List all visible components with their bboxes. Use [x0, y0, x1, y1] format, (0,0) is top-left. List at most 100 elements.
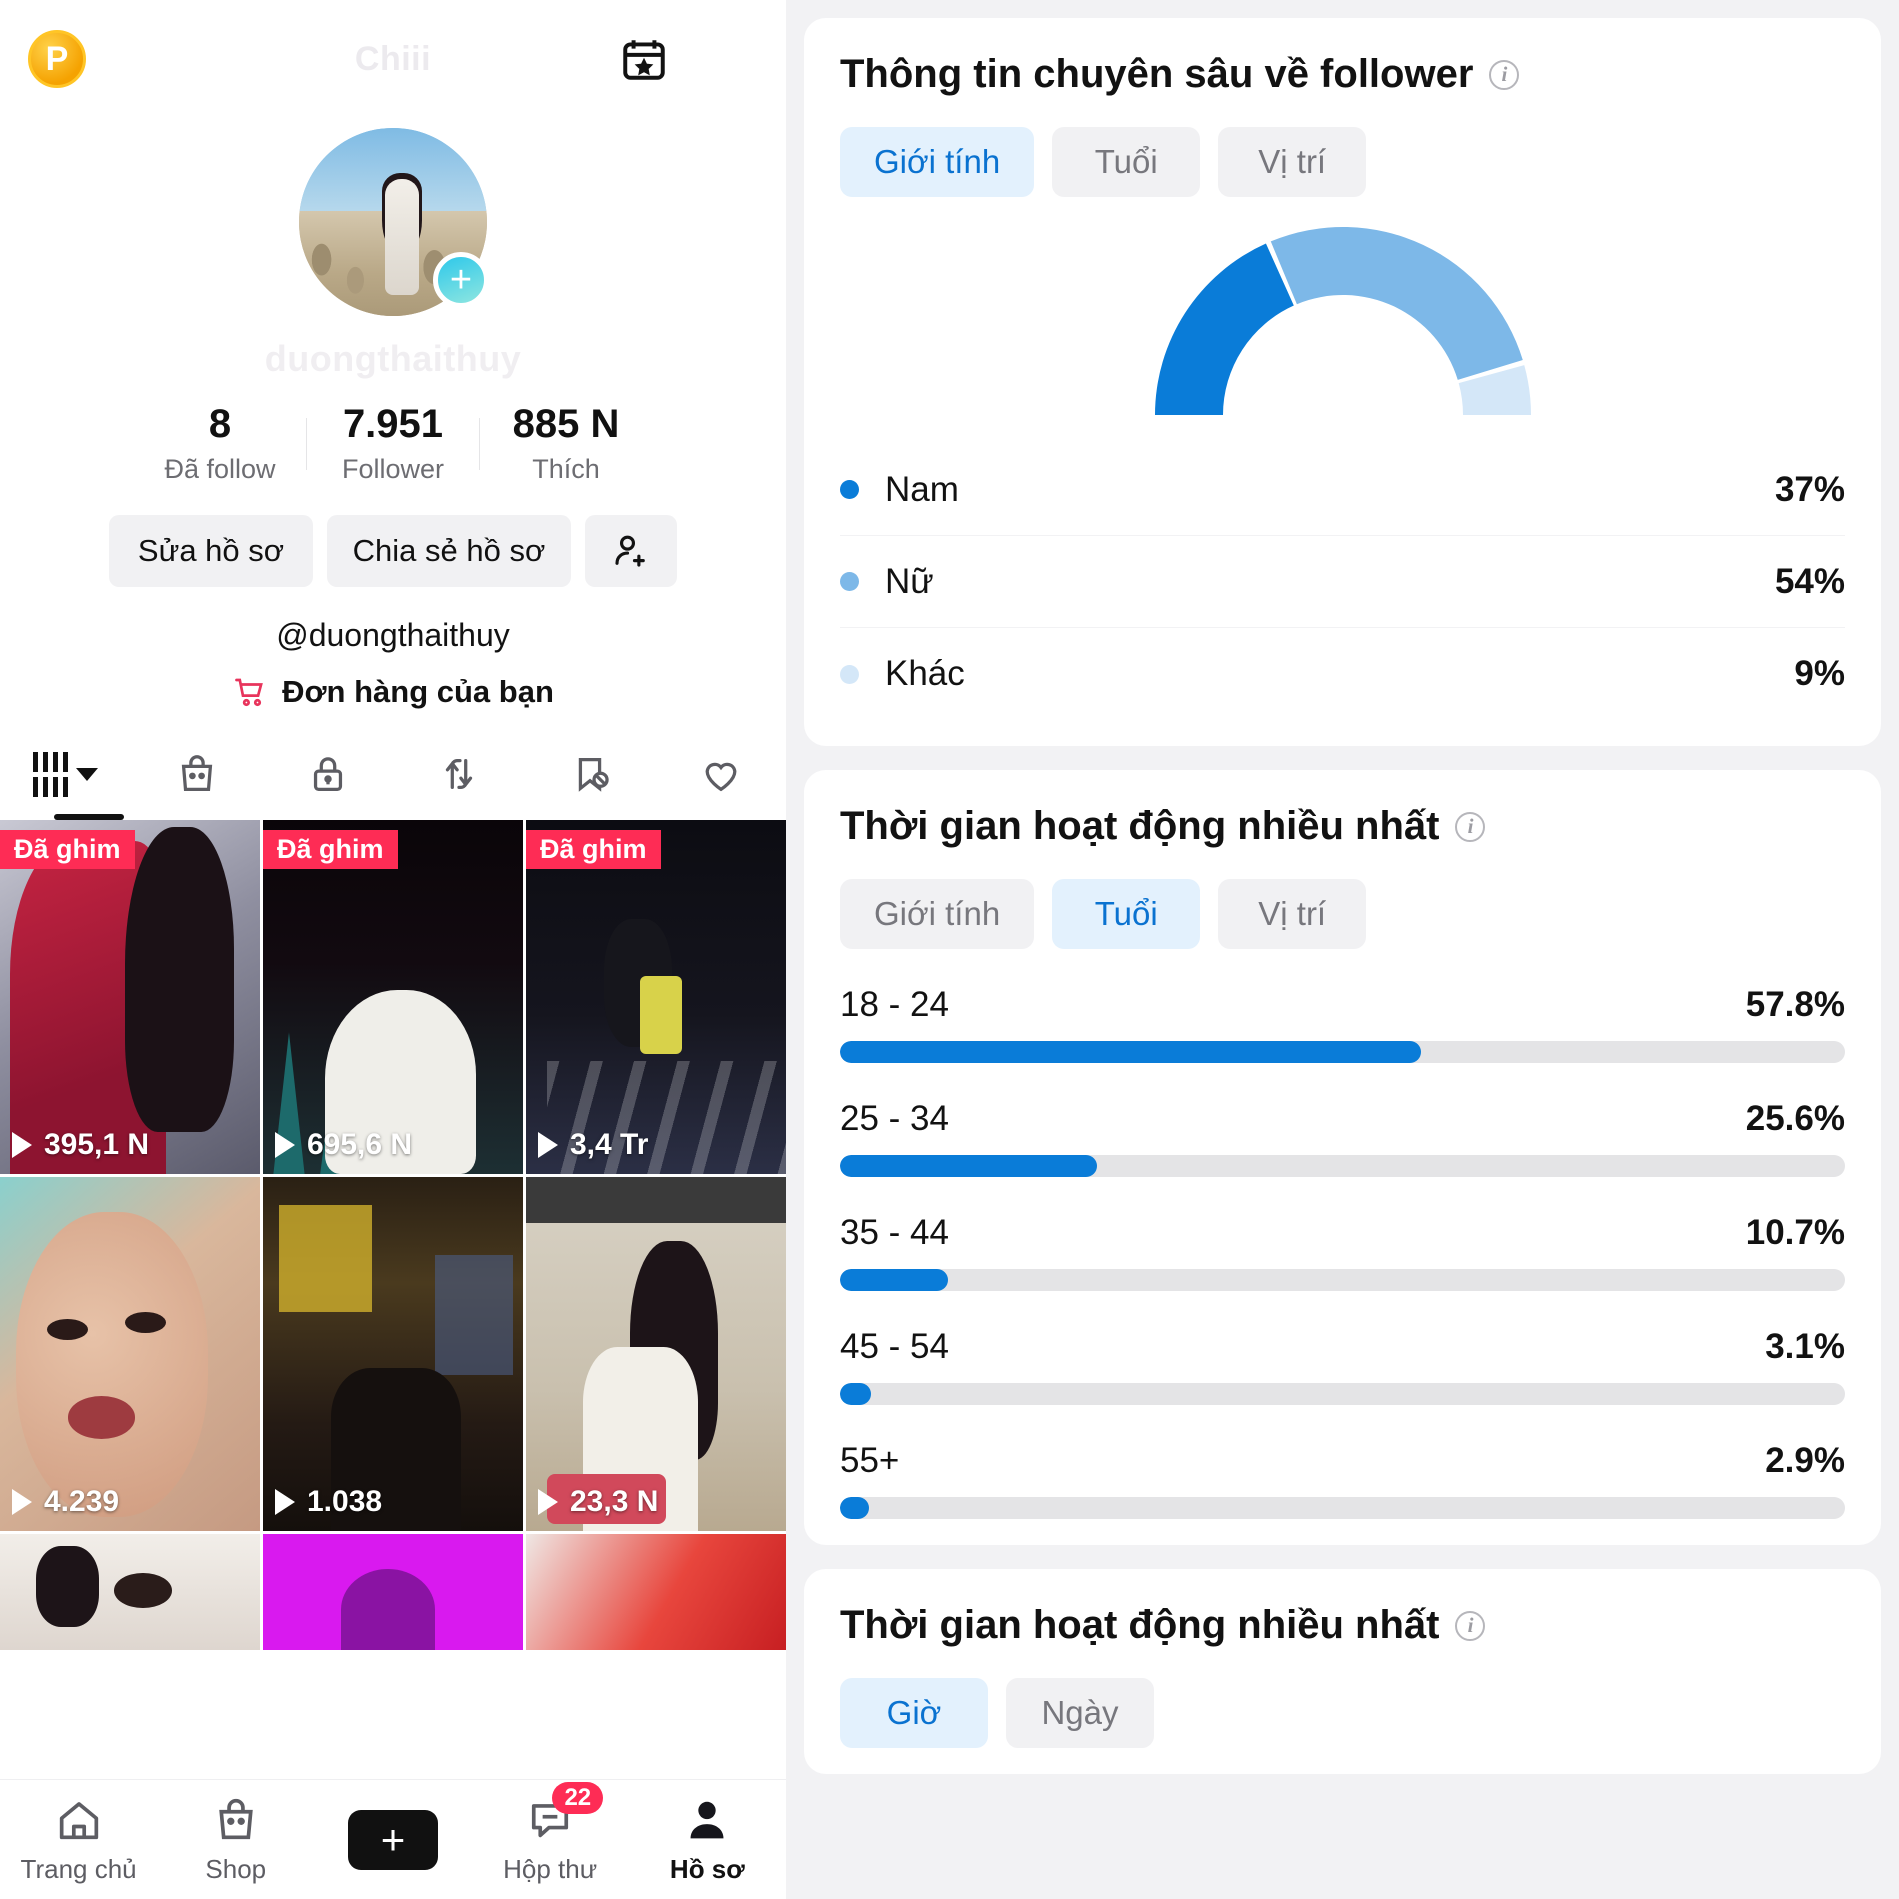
pinned-badge: Đã ghim [526, 830, 661, 869]
coin-label: P [45, 40, 69, 78]
card-title-text: Thời gian hoạt động nhiều nhất [840, 804, 1440, 848]
profile-stats: 8 Đã follow 7.951 Follower 885 N Thích [0, 402, 786, 485]
view-count: 3,4 Tr [538, 1128, 648, 1162]
tab-shop[interactable] [131, 728, 262, 820]
bar-value: 57.8% [1745, 985, 1845, 1024]
bar-fill [840, 1269, 948, 1291]
legend-value: 37% [1774, 469, 1845, 509]
profile-actions: Sửa hồ sơ Chia sẻ hồ sơ [0, 515, 786, 587]
hamburger-menu-icon[interactable] [712, 33, 758, 85]
segment-age[interactable]: Tuổi [1052, 127, 1201, 197]
video-cell[interactable]: Đã ghim 3,4 Tr [526, 820, 786, 1174]
your-orders-label: Đơn hàng của bạn [282, 674, 554, 709]
bar-track [840, 1155, 1845, 1177]
segment-location[interactable]: Vị trí [1218, 879, 1367, 949]
create-icon[interactable]: + [338, 1809, 447, 1870]
legend-dot [840, 664, 859, 684]
bar-fill [840, 1383, 872, 1405]
age-bar-row: 25 - 34 25.6% [840, 1099, 1845, 1177]
legend-label: Nữ [885, 561, 934, 601]
legend-dot [840, 480, 859, 499]
nav-item-shop[interactable]: Shop [161, 1794, 311, 1885]
screen-root: P Chiii + duongthaithuy 8 Đã follow 7.95… [0, 0, 1899, 1899]
display-name: duongthaithuy [264, 338, 522, 379]
play-icon [538, 1132, 558, 1158]
avatar[interactable]: + [299, 128, 489, 316]
bar-label: 45 - 54 [840, 1327, 949, 1366]
bar-label: 35 - 44 [840, 1213, 949, 1252]
segment-location[interactable]: Vị trí [1218, 127, 1367, 197]
nav-item-home[interactable]: Trang chủ [4, 1794, 154, 1885]
segment-hour[interactable]: Giờ [840, 1678, 988, 1748]
bar-label: 18 - 24 [840, 985, 949, 1024]
stat-value: 7.951 [342, 402, 444, 446]
plus-icon[interactable]: + [433, 252, 489, 308]
bar-label: 55+ [840, 1441, 900, 1480]
segment-gender[interactable]: Giới tính [840, 879, 1035, 949]
video-cell[interactable] [526, 1534, 786, 1650]
gender-legend: Nam 37% Nữ 54% Khác 9% [840, 444, 1845, 720]
profile-tabs [0, 728, 786, 820]
view-count: 1.038 [275, 1485, 382, 1519]
tab-private[interactable] [262, 728, 393, 820]
bar-track [840, 1041, 1845, 1063]
card-title: Thông tin chuyên sâu về follower i [840, 52, 1845, 97]
bar-track [840, 1269, 1845, 1291]
video-cell[interactable]: 23,3 N [526, 1177, 786, 1531]
bar-value: 25.6% [1745, 1099, 1845, 1138]
stat-followers[interactable]: 7.951 Follower [307, 402, 479, 485]
legend-row: Nam 37% [840, 444, 1845, 536]
tab-liked[interactable] [655, 728, 786, 820]
info-icon[interactable]: i [1455, 1610, 1486, 1641]
heart-liked-icon [705, 762, 736, 792]
coin-icon[interactable]: P [28, 30, 86, 88]
segment-day[interactable]: Ngày [1006, 1678, 1154, 1748]
video-cell[interactable] [0, 1534, 260, 1650]
segment-age[interactable]: Tuổi [1052, 879, 1201, 949]
info-icon[interactable]: i [1455, 811, 1486, 842]
video-cell[interactable]: Đã ghim 695,6 N [263, 820, 523, 1174]
gauge-svg [1154, 226, 1531, 415]
bar-track [840, 1497, 1845, 1519]
play-icon [275, 1132, 295, 1158]
view-count: 23,3 N [538, 1485, 658, 1519]
video-cell[interactable]: 1.038 [263, 1177, 523, 1531]
add-user-button[interactable] [585, 515, 677, 587]
segment-gender[interactable]: Giới tính [840, 127, 1035, 197]
gender-segment-group: Giới tính Tuổi Vị trí [840, 127, 1845, 197]
nav-item-profile[interactable]: Hồ sơ [632, 1794, 782, 1885]
nav-item-inbox[interactable]: 22 Hộp thư [475, 1782, 625, 1885]
gauge-segment-Nữ [1270, 226, 1523, 380]
profile-handle[interactable]: @duongthaithuy [0, 617, 786, 654]
nav-item-create[interactable]: + [318, 1809, 468, 1870]
video-cell[interactable]: 4.239 [0, 1177, 260, 1531]
your-orders-link[interactable]: Đơn hàng của bạn [0, 674, 786, 710]
age-segment-group: Giới tính Tuổi Vị trí [840, 879, 1845, 949]
pinned-badge: Đã ghim [0, 830, 135, 869]
info-icon[interactable]: i [1489, 59, 1520, 90]
card-title: Thời gian hoạt động nhiều nhất i [840, 1603, 1845, 1648]
video-cell[interactable] [263, 1534, 523, 1650]
bar-fill [840, 1155, 1098, 1177]
tab-reposts[interactable] [393, 728, 524, 820]
profile-panel: P Chiii + duongthaithuy 8 Đã follow 7.95… [0, 0, 786, 1899]
tab-videos[interactable] [0, 728, 131, 820]
edit-profile-button[interactable]: Sửa hồ sơ [109, 515, 313, 587]
stat-label: Thích [532, 454, 600, 484]
tab-saved-hidden[interactable] [524, 728, 655, 820]
view-count: 4.239 [12, 1485, 119, 1519]
repost-icon [445, 758, 472, 790]
video-grid: Đã ghim 395,1 N Đã ghim 695,6 N Đã ghim … [0, 820, 786, 1650]
calendar-star-icon[interactable] [618, 33, 670, 85]
profile-topbar: P Chiii [0, 0, 786, 118]
stat-likes[interactable]: 885 N Thích [480, 402, 652, 485]
play-icon [12, 1489, 32, 1515]
legend-row: Nữ 54% [840, 536, 1845, 628]
card-title-text: Thông tin chuyên sâu về follower [840, 52, 1474, 96]
video-cell[interactable]: Đã ghim 395,1 N [0, 820, 260, 1174]
share-profile-button[interactable]: Chia sẻ hồ sơ [327, 515, 571, 587]
stat-value: 8 [208, 402, 232, 446]
stat-following[interactable]: 8 Đã follow [134, 402, 306, 485]
bar-value: 10.7% [1745, 1213, 1845, 1252]
age-bar-chart: 18 - 24 57.8% 25 - 34 25.6% 35 - 44 10.7% 45 -… [840, 985, 1845, 1519]
